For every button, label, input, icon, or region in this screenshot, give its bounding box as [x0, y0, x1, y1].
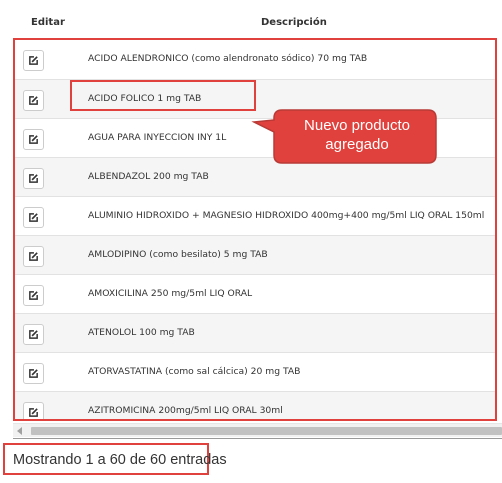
table-header: Editar Descripción: [0, 0, 502, 36]
row-description: AMLODIPINO (como besilato) 5 mg TAB: [88, 249, 268, 260]
row-description: AZITROMICINA 200mg/5ml LIQ ORAL 30ml: [88, 405, 283, 416]
edit-button[interactable]: [23, 285, 44, 306]
edit-button[interactable]: [23, 246, 44, 267]
header-descripcion: Descripción: [261, 17, 327, 28]
edit-icon: [29, 252, 38, 261]
edit-icon: [29, 408, 38, 417]
edit-icon: [29, 291, 38, 300]
row-description: ACIDO ALENDRONICO (como alendronato sódi…: [88, 53, 368, 64]
table-info-text: Mostrando 1 a 60 de 60 entradas: [13, 452, 227, 468]
edit-icon: [29, 213, 38, 222]
edit-button[interactable]: [23, 207, 44, 228]
row-description: ATORVASTATINA (como sal cálcica) 20 mg T…: [88, 366, 301, 377]
edit-icon: [29, 135, 38, 144]
row-description: ALUMINIO HIDROXIDO + MAGNESIO HIDROXIDO …: [88, 210, 485, 221]
edit-icon: [29, 330, 38, 339]
horizontal-scrollbar[interactable]: [13, 423, 502, 437]
table-row: AZITROMICINA 200mg/5ml LIQ ORAL 30ml: [15, 391, 495, 419]
row-description: AMOXICILINA 250 mg/5ml LIQ ORAL: [88, 288, 253, 299]
edit-icon: [29, 174, 38, 183]
row-description: ATENOLOL 100 mg TAB: [88, 327, 195, 338]
edit-button[interactable]: [23, 90, 44, 111]
edit-button[interactable]: [23, 168, 44, 189]
callout-line-1: Nuevo producto: [304, 117, 410, 134]
scroll-left-button[interactable]: [13, 424, 27, 438]
callout-text: Nuevo producto agregado: [278, 116, 436, 154]
table-row: ATENOLOL 100 mg TAB: [15, 313, 495, 352]
header-editar: Editar: [31, 17, 65, 28]
edit-button[interactable]: [23, 129, 44, 150]
edit-button[interactable]: [23, 324, 44, 345]
edit-icon: [29, 56, 38, 65]
table-row: ACIDO ALENDRONICO (como alendronato sódi…: [15, 40, 495, 79]
scroll-thumb[interactable]: [31, 427, 502, 435]
table-row: AMOXICILINA 250 mg/5ml LIQ ORAL: [15, 274, 495, 313]
table-bottom-border: [13, 438, 502, 439]
arrow-left-icon: [17, 427, 22, 435]
row-description: ALBENDAZOL 200 mg TAB: [88, 171, 209, 182]
edit-button[interactable]: [23, 402, 44, 419]
table-row: ALUMINIO HIDROXIDO + MAGNESIO HIDROXIDO …: [15, 196, 495, 235]
table-row: ATORVASTATINA (como sal cálcica) 20 mg T…: [15, 352, 495, 391]
edit-icon: [29, 369, 38, 378]
products-table: ACIDO ALENDRONICO (como alendronato sódi…: [13, 38, 497, 421]
table-info-box: Mostrando 1 a 60 de 60 entradas: [3, 443, 227, 475]
table-row: AMLODIPINO (como besilato) 5 mg TAB: [15, 235, 495, 274]
new-product-callout: Nuevo producto agregado: [251, 108, 437, 164]
row-description: ACIDO FOLICO 1 mg TAB: [88, 93, 202, 104]
edit-button[interactable]: [23, 363, 44, 384]
edit-button[interactable]: [23, 50, 44, 71]
edit-icon: [29, 96, 38, 105]
callout-line-2: agregado: [325, 136, 389, 153]
